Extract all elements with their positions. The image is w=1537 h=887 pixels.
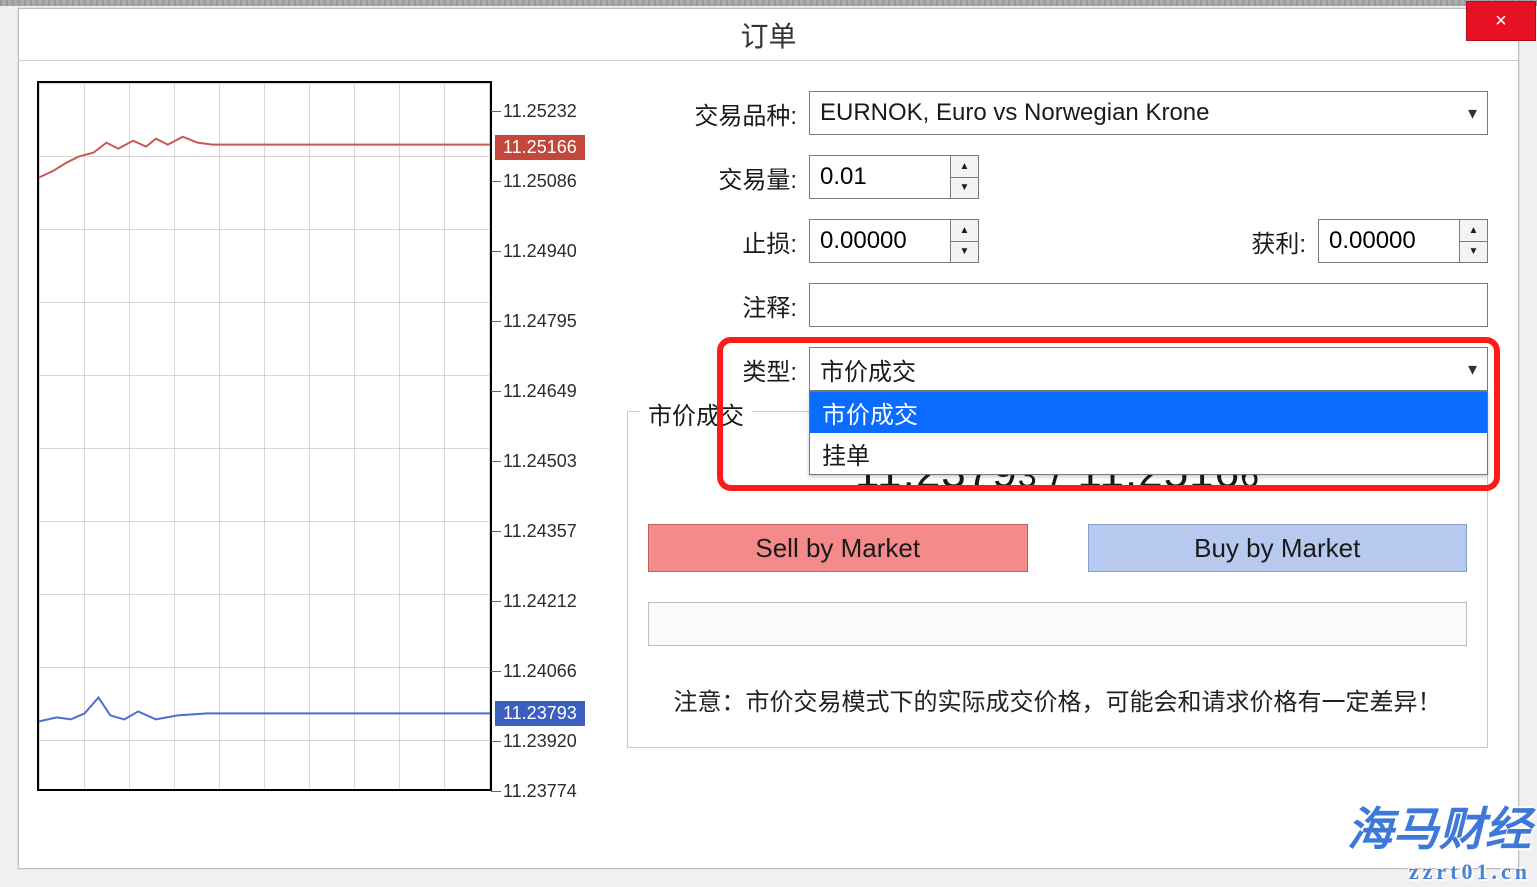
tp-down-button[interactable]: ▼ <box>1460 242 1487 263</box>
y-tick: 11.24212 <box>503 591 577 612</box>
symbol-select[interactable]: EURNOK, Euro vs Norwegian Krone ▾ <box>809 91 1488 135</box>
market-notice: 注意：市价交易模式下的实际成交价格，可能会和请求价格有一定差异！ <box>648 682 1467 717</box>
volume-down-button[interactable]: ▼ <box>951 178 978 199</box>
y-tick: 11.24795 <box>503 311 577 332</box>
y-tick: 11.24357 <box>503 521 577 542</box>
price-chart <box>37 81 492 791</box>
chevron-down-icon: ▾ <box>1468 103 1477 124</box>
order-form: 交易品种: EURNOK, Euro vs Norwegian Krone ▾ … <box>627 81 1508 858</box>
type-label: 类型: <box>627 352 797 387</box>
chart-y-axis: 11.25232 11.25086 11.24940 11.24795 11.2… <box>495 81 595 791</box>
order-window: 订单 × 11.25166 11.23793 11.25232 11.25086 <box>18 8 1519 869</box>
y-tick: 11.24066 <box>503 661 577 682</box>
sl-label: 止损: <box>627 224 797 259</box>
tp-stepper[interactable]: ▲ ▼ <box>1318 219 1488 263</box>
market-group-legend: 市价成交 <box>640 396 752 431</box>
sl-stepper[interactable]: ▲ ▼ <box>809 219 979 263</box>
window-title: 订单 <box>740 15 796 55</box>
comment-label: 注释: <box>627 288 797 323</box>
y-tick: 11.23920 <box>503 731 577 752</box>
y-tick: 11.23774 <box>503 781 577 802</box>
y-tick: 11.24503 <box>503 451 577 472</box>
tp-up-button[interactable]: ▲ <box>1460 220 1487 242</box>
tp-input[interactable] <box>1319 220 1459 262</box>
y-tick: 11.25232 <box>503 101 577 122</box>
type-option-market[interactable]: 市价成交 <box>810 392 1487 433</box>
price-chart-panel: 11.25166 11.23793 11.25232 11.25086 11.2… <box>37 81 607 858</box>
chart-plot <box>39 83 490 789</box>
titlebar: 订单 <box>19 9 1518 61</box>
volume-input[interactable] <box>810 156 950 198</box>
symbol-label: 交易品种: <box>627 96 797 131</box>
close-icon: × <box>1495 10 1507 33</box>
comment-input[interactable] <box>809 283 1488 327</box>
y-tick: 11.25086 <box>503 171 577 192</box>
progress-bar <box>648 602 1467 646</box>
sl-up-button[interactable]: ▲ <box>951 220 978 242</box>
volume-up-button[interactable]: ▲ <box>951 156 978 178</box>
symbol-value: EURNOK, Euro vs Norwegian Krone <box>820 99 1209 127</box>
type-value: 市价成交 <box>820 352 916 387</box>
type-select[interactable]: 市价成交 ▾ <box>809 347 1488 391</box>
volume-label: 交易量: <box>627 160 797 195</box>
sl-down-button[interactable]: ▼ <box>951 242 978 263</box>
y-tick: 11.24940 <box>503 241 577 262</box>
sl-input[interactable] <box>810 220 950 262</box>
sell-button[interactable]: Sell by Market <box>648 524 1028 572</box>
type-option-pending[interactable]: 挂单 <box>810 433 1487 474</box>
type-dropdown-list[interactable]: 市价成交 挂单 <box>809 391 1488 475</box>
y-tick: 11.24649 <box>503 381 577 402</box>
volume-stepper[interactable]: ▲ ▼ <box>809 155 979 199</box>
buy-button[interactable]: Buy by Market <box>1088 524 1468 572</box>
close-button[interactable]: × <box>1466 1 1536 41</box>
chevron-down-icon: ▾ <box>1468 359 1477 380</box>
tp-label: 获利: <box>1251 224 1306 259</box>
